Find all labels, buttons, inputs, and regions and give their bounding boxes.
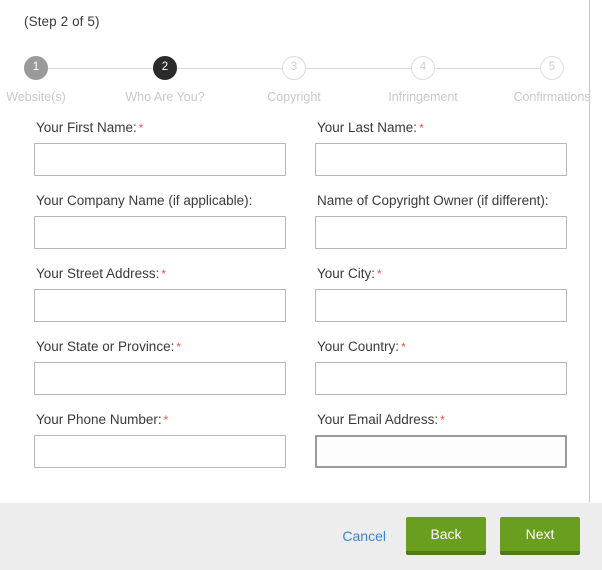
field-your-email-address: Your Email Address: * xyxy=(315,412,567,468)
form-row: Your Street Address: * Your City: * xyxy=(0,266,589,339)
stepper-label-2[interactable]: Who Are You? xyxy=(125,90,204,104)
next-button[interactable]: Next xyxy=(500,517,580,555)
stepper-node-4[interactable]: 4 xyxy=(411,56,435,80)
stepper-connector xyxy=(435,67,540,69)
wizard-stepper: 1 2 3 4 5 Website(s) Who Are You? Copyright Inf… xyxy=(6,52,591,112)
input-your-state-or-province[interactable] xyxy=(34,362,286,395)
input-your-phone-number[interactable] xyxy=(34,435,286,468)
label-text: Your State or Province: xyxy=(36,339,175,354)
stepper-connector xyxy=(306,67,411,69)
card-right-border xyxy=(589,0,590,503)
stepper-label-4[interactable]: Infringement xyxy=(388,90,457,104)
input-name-of-copyright-owner-if-different[interactable] xyxy=(315,216,567,249)
input-your-email-address[interactable] xyxy=(315,435,567,468)
field-your-country: Your Country: * xyxy=(315,339,567,395)
input-your-street-address[interactable] xyxy=(34,289,286,322)
label-text: Your Email Address: xyxy=(317,412,439,427)
form-row: Your Company Name (if applicable): Name o… xyxy=(0,193,589,266)
input-your-country[interactable] xyxy=(315,362,567,395)
required-asterisk: * xyxy=(419,121,424,135)
stepper-node-2[interactable]: 2 xyxy=(153,56,177,80)
label-text: Your Last Name: xyxy=(317,120,418,135)
label-your-company-name-if-applicable: Your Company Name (if applicable): xyxy=(36,193,286,209)
wizard-page: (Step 2 of 5) 1 2 3 4 5 Website(s) Who Are Yo… xyxy=(0,0,602,570)
input-your-last-name[interactable] xyxy=(315,143,567,176)
footer-actions: Cancel Back Next xyxy=(336,517,580,555)
step-caption: (Step 2 of 5) xyxy=(24,14,100,29)
field-name-of-copyright-owner-if-different: Name of Copyright Owner (if different): xyxy=(315,193,567,249)
back-button[interactable]: Back xyxy=(406,517,486,555)
label-your-country: Your Country: * xyxy=(317,339,567,355)
required-asterisk: * xyxy=(138,121,144,135)
stepper-label-5[interactable]: Confirmations xyxy=(513,90,590,104)
stepper-track: 1 2 3 4 5 xyxy=(24,52,564,84)
label-text: Name of Copyright Owner (if different): xyxy=(317,193,549,208)
stepper-connector xyxy=(177,67,282,69)
label-text: Your Country: xyxy=(317,339,400,354)
stepper-connector xyxy=(48,67,153,69)
field-your-company-name-if-applicable: Your Company Name (if applicable): xyxy=(34,193,286,249)
required-asterisk: * xyxy=(161,267,166,281)
required-asterisk: * xyxy=(176,340,182,354)
field-your-city: Your City: * xyxy=(315,266,567,322)
required-asterisk: * xyxy=(401,340,406,354)
label-your-street-address: Your Street Address: * xyxy=(36,266,286,282)
stepper-node-1[interactable]: 1 xyxy=(24,56,48,80)
required-asterisk: * xyxy=(377,267,382,281)
required-asterisk: * xyxy=(440,413,445,427)
wizard-card: (Step 2 of 5) 1 2 3 4 5 Website(s) Who Are Yo… xyxy=(0,0,591,503)
stepper-node-3[interactable]: 3 xyxy=(282,56,306,80)
form-row: Your First Name: * Your Last Name: * xyxy=(0,120,589,193)
label-your-state-or-province: Your State or Province: * xyxy=(36,339,286,355)
label-text: Your Phone Number: xyxy=(36,412,162,427)
form-row: Your Phone Number: * Your Email Address: * xyxy=(0,412,589,485)
cancel-link[interactable]: Cancel xyxy=(336,524,392,548)
label-your-email-address: Your Email Address: * xyxy=(317,412,567,428)
label-your-last-name: Your Last Name: * xyxy=(317,120,567,136)
label-your-city: Your City: * xyxy=(317,266,567,282)
wizard-footer: Cancel Back Next xyxy=(0,503,602,570)
field-your-street-address: Your Street Address: * xyxy=(34,266,286,322)
label-text: Your First Name: xyxy=(36,120,137,135)
input-your-company-name-if-applicable[interactable] xyxy=(34,216,286,249)
label-your-phone-number: Your Phone Number: * xyxy=(36,412,286,428)
required-asterisk: * xyxy=(163,413,169,427)
label-text: Your Street Address: xyxy=(36,266,160,281)
stepper-labels: Website(s) Who Are You? Copyright Infringem… xyxy=(6,90,590,108)
label-name-of-copyright-owner-if-different: Name of Copyright Owner (if different): xyxy=(317,193,567,209)
input-your-first-name[interactable] xyxy=(34,143,286,176)
field-your-phone-number: Your Phone Number: * xyxy=(34,412,286,468)
field-your-state-or-province: Your State or Province: * xyxy=(34,339,286,395)
field-your-first-name: Your First Name: * xyxy=(34,120,286,176)
input-your-city[interactable] xyxy=(315,289,567,322)
label-text: Your Company Name (if applicable): xyxy=(36,193,253,208)
stepper-label-1[interactable]: Website(s) xyxy=(6,90,66,104)
form-grid: Your First Name: * Your Last Name: * Your Co… xyxy=(0,120,589,485)
stepper-label-3[interactable]: Copyright xyxy=(267,90,321,104)
label-text: Your City: xyxy=(317,266,376,281)
label-your-first-name: Your First Name: * xyxy=(36,120,286,136)
field-your-last-name: Your Last Name: * xyxy=(315,120,567,176)
form-row: Your State or Province: * Your Country: * xyxy=(0,339,589,412)
stepper-node-5[interactable]: 5 xyxy=(540,56,564,80)
